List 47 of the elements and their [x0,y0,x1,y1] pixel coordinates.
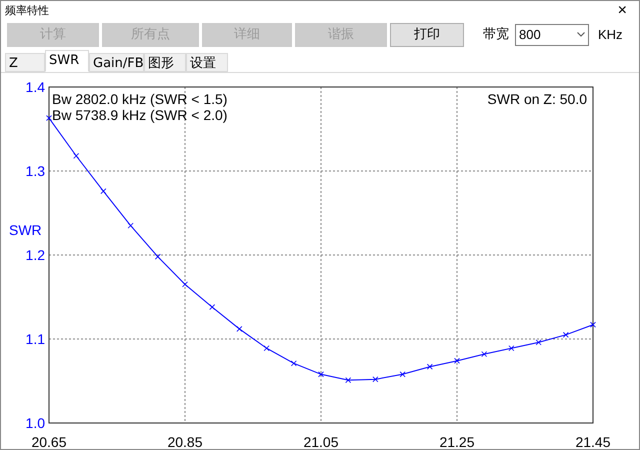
data-point-marker [426,364,433,370]
y-tick-label: 1.4 [26,78,45,95]
data-point-marker [100,188,106,194]
y-tick-label: 1.2 [26,246,45,263]
data-point-marker [454,358,460,364]
bandwidth-unit: KHz [598,26,623,44]
data-point-marker [154,254,161,260]
x-tick-label: 21.45 [575,434,611,449]
x-tick-label: 21.05 [303,434,339,449]
y-tick-label: 1.0 [26,414,45,431]
data-point-marker [264,345,270,351]
x-tick-label: 20.65 [31,434,67,449]
reference-impedance-note: SWR on Z: 50.0 [487,90,587,107]
x-tick-label: 20.85 [167,434,203,449]
data-point-marker [236,326,242,332]
window-title: 频率特性 [5,2,49,19]
chevron-down-icon [577,32,585,38]
y-axis-label: SWR [9,222,42,238]
y-tick-label: 1.3 [26,162,45,179]
data-point-marker [209,304,216,310]
data-point-marker [290,360,297,366]
bandwidth-note: Bw 5738.9 kHz (SWR < 2.0) [52,106,228,123]
data-point-marker [508,345,514,351]
bandwidth-note: Bw 2802.0 kHz (SWR < 1.5) [52,90,228,107]
y-tick-label: 1.1 [26,330,45,347]
bandwidth-label: 带宽 [483,26,509,44]
data-point-marker [73,152,80,159]
data-point-marker [128,222,134,228]
tab[interactable]: SWR [45,50,89,72]
x-tick-label: 21.25 [439,434,475,449]
tab[interactable]: 图形 [144,52,186,72]
tab[interactable]: Z [5,52,45,72]
data-point-marker [46,114,52,121]
data-point-marker [318,371,324,377]
data-point-marker [590,322,596,328]
close-button[interactable]: × [614,2,631,19]
data-point-marker [372,376,378,382]
data-point-marker [481,351,488,357]
data-point-marker [536,339,542,346]
toolbar-button[interactable]: 打印 [390,22,464,47]
data-point-marker [400,371,406,377]
tab[interactable]: Gain/FB [89,52,144,72]
data-point-marker [562,332,569,338]
tab[interactable]: 设置 [186,52,228,72]
bandwidth-select[interactable]: 800 [515,24,589,46]
data-point-marker [182,281,188,288]
data-point-marker [345,377,352,383]
